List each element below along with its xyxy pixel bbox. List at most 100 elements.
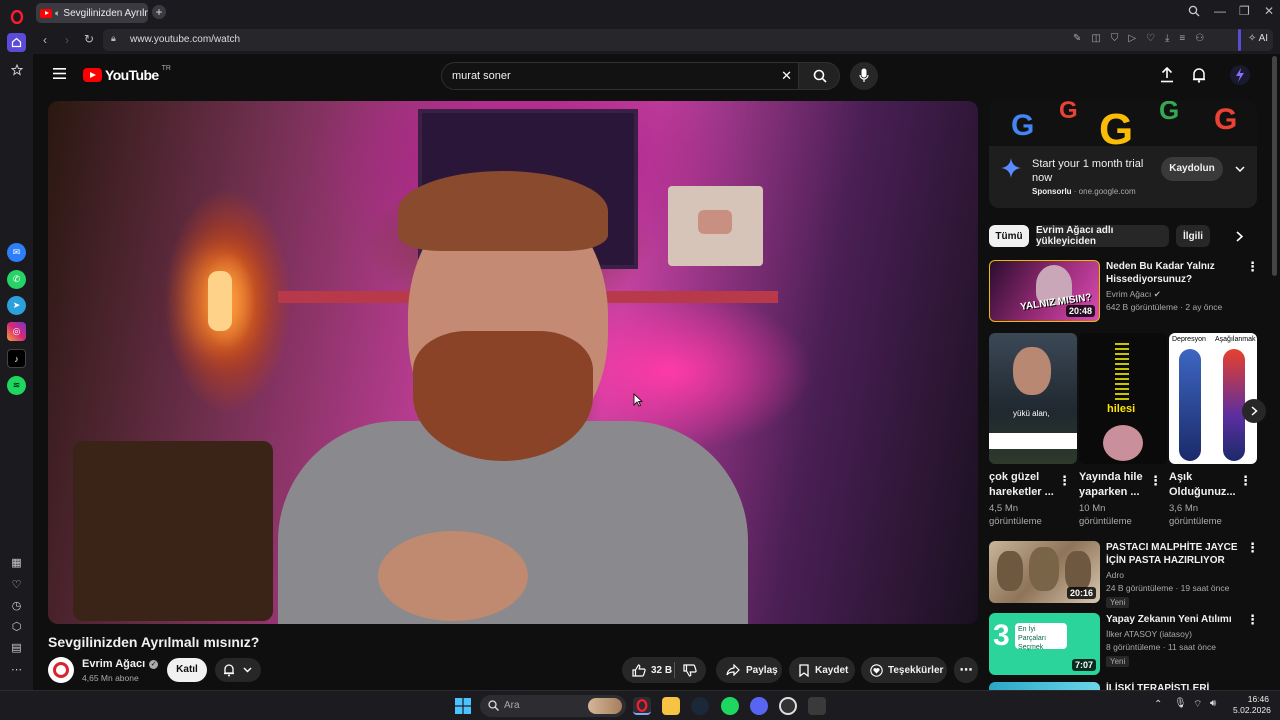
youtube-favicon-icon [40, 8, 52, 18]
channel-avatar[interactable] [48, 657, 74, 683]
tray-volume-icon[interactable]: 🔊︎ [1210, 698, 1216, 709]
minimize-icon[interactable]: — [1214, 4, 1226, 18]
spotify-icon[interactable]: ≋ [7, 376, 26, 395]
app-bulb-icon[interactable] [808, 697, 826, 715]
more-actions-button[interactable]: ⋯ [954, 657, 978, 683]
video-channel[interactable]: Evrim Ağacı ✔︎ [1106, 288, 1161, 300]
speed-dial-star-icon[interactable] [7, 60, 26, 79]
whatsapp-icon[interactable]: ✆ [7, 270, 26, 289]
video-title-link[interactable]: PASTACI MALPHİTE JAYCE İÇİN PASTA HAZIRL… [1106, 541, 1241, 567]
channel-name: Evrim Ağacı [82, 658, 146, 670]
short-menu-kebab-icon[interactable]: ⋮ [1058, 474, 1071, 488]
chips-next-chevron-icon[interactable] [1236, 231, 1243, 242]
instagram-icon[interactable]: ◎ [7, 322, 26, 341]
thanks-button[interactable]: Teşekkürler [861, 657, 947, 683]
ai-button[interactable]: ✧ AI [1248, 33, 1268, 44]
ad-card[interactable]: G G G G G Start your 1 month trial now S… [989, 101, 1257, 208]
new-tab-button[interactable]: + [152, 5, 166, 19]
tray-chevron-up-icon[interactable]: ⌃ [1154, 699, 1162, 710]
spotify-taskbar-icon[interactable] [721, 697, 739, 715]
video-menu-kebab-icon[interactable]: ⋮ [1246, 541, 1259, 555]
telegram-icon[interactable]: ➤ [7, 296, 26, 315]
google-logo-icon: G [1214, 103, 1238, 136]
workspaces-icon[interactable]: ▦ [7, 553, 26, 572]
video-player[interactable] [48, 101, 978, 624]
ad-expand-chevron-icon[interactable] [1235, 166, 1245, 172]
short-thumbnail[interactable]: yükü alan, [989, 333, 1077, 464]
address-bar-tools-icon[interactable]: ✎◫⛉▷♡⤓≡⚇ [1073, 33, 1214, 44]
personal-news-icon[interactable]: ▤ [7, 638, 26, 657]
short-title[interactable]: çok güzel hareketler ... [989, 470, 1065, 500]
voice-search-button[interactable] [850, 62, 878, 90]
share-button[interactable]: Paylaş [716, 657, 782, 683]
video-title-link[interactable]: Neden Bu Kadar Yalnız Hissediyorsunuz? [1106, 260, 1241, 286]
app-badge-icon[interactable] [779, 697, 797, 715]
extensions-cube-icon[interactable]: ⬡ [7, 617, 26, 636]
video-menu-kebab-icon[interactable]: ⋮ [1246, 613, 1259, 627]
microphone-icon [859, 68, 869, 82]
create-upload-icon[interactable] [1160, 67, 1174, 83]
discord-icon[interactable] [750, 697, 768, 715]
save-button[interactable]: Kaydet [789, 657, 855, 683]
video-title-link[interactable]: Yapay Zekanın Yeni Atılımı [1106, 613, 1241, 626]
maximize-icon[interactable]: ❐ [1239, 4, 1250, 18]
like-button[interactable]: 32 B [622, 663, 674, 677]
tiktok-icon[interactable]: ♪ [7, 349, 26, 368]
tray-network-icon[interactable]: ⌔ [1193, 698, 1202, 711]
file-explorer-icon[interactable] [662, 697, 680, 715]
filter-chip-all[interactable]: Tümü [989, 225, 1029, 247]
speaker-icon[interactable]: 🔈︎ [55, 8, 60, 19]
search-input[interactable]: murat soner ✕ [441, 62, 799, 90]
clock[interactable]: 16:46 5.02.2026 [1233, 694, 1271, 716]
search-button[interactable] [798, 62, 840, 90]
short-thumbnail[interactable]: hilesi [1079, 333, 1167, 464]
tray-mic-icon[interactable]: 🎙︎ [1174, 698, 1187, 709]
url-field[interactable]: 🔒︎ www.youtube.com/watch ✎◫⛉▷♡⤓≡⚇ [103, 29, 1273, 51]
hamburger-menu-icon[interactable] [53, 68, 66, 79]
short-thumbnail[interactable]: Depresyon Aşağılanmak [1169, 333, 1257, 464]
video-menu-kebab-icon[interactable]: ⋮ [1246, 260, 1259, 274]
favorites-heart-icon[interactable]: ♡ [7, 575, 26, 594]
tab-search-icon[interactable] [1188, 5, 1200, 17]
back-icon[interactable]: ‹ [43, 33, 47, 47]
windows-start-icon[interactable] [455, 698, 471, 714]
ad-cta-button[interactable]: Kaydolun [1161, 157, 1223, 181]
close-window-icon[interactable]: ✕ [1264, 4, 1274, 18]
short-menu-kebab-icon[interactable]: ⋮ [1149, 474, 1162, 488]
home-icon[interactable] [7, 33, 26, 52]
filter-chip-uploader[interactable]: Evrim Ağacı adlı yükleyiciden [1036, 225, 1169, 247]
filter-chip-related[interactable]: İlgili [1176, 225, 1210, 247]
join-button[interactable]: Katıl [167, 658, 207, 682]
taskbar-search[interactable]: Ara [480, 695, 626, 717]
forward-icon[interactable]: › [65, 33, 69, 47]
tab-youtube[interactable]: 🔈︎ Sevgilinizden Ayrılmalı [36, 3, 148, 23]
history-icon[interactable]: ◷ [7, 596, 26, 615]
notifications-bell-icon[interactable] [1192, 67, 1206, 83]
account-avatar[interactable] [1230, 65, 1250, 85]
video-thumbnail[interactable]: 20:16 [989, 541, 1100, 603]
clear-search-icon[interactable]: ✕ [781, 68, 792, 84]
short-title[interactable]: Yayında hile yaparken ... [1079, 470, 1155, 500]
video-thumbnail[interactable]: YALNIZ MISIN? 20:48 [989, 260, 1100, 322]
page-scrollbar[interactable] [1272, 56, 1277, 276]
video-channel[interactable]: Adro [1106, 569, 1124, 581]
channel-name-row[interactable]: Evrim Ağacı ✓ [82, 658, 159, 670]
opera-taskbar-icon[interactable] [633, 697, 651, 715]
short-menu-kebab-icon[interactable]: ⋮ [1239, 474, 1252, 488]
person-beard [413, 331, 593, 461]
messenger-icon[interactable]: ✉ [7, 243, 26, 262]
video-thumbnail[interactable]: 3 En İyi Parçaları Seçmek 7:07 [989, 613, 1100, 675]
opera-logo-icon[interactable] [7, 7, 26, 26]
short-title[interactable]: Aşık Olduğunuz... [1169, 470, 1245, 500]
more-icon[interactable]: ⋯ [7, 660, 26, 679]
dislike-button[interactable] [675, 663, 697, 677]
youtube-logo[interactable]: YouTube TR [83, 65, 171, 83]
more-dots-icon: ⋯ [959, 662, 973, 677]
video-thumbnail[interactable] [989, 682, 1100, 690]
video-title-link[interactable]: İLİŞKİ TERAPİSTLERİ [1106, 682, 1241, 690]
subscribe-notifications-button[interactable] [215, 658, 261, 682]
video-channel[interactable]: İlker ATASOY (iatasoy) [1106, 628, 1192, 640]
reload-icon[interactable]: ↻ [84, 32, 94, 46]
shorts-next-button[interactable] [1242, 399, 1266, 423]
steam-icon[interactable] [691, 697, 709, 715]
